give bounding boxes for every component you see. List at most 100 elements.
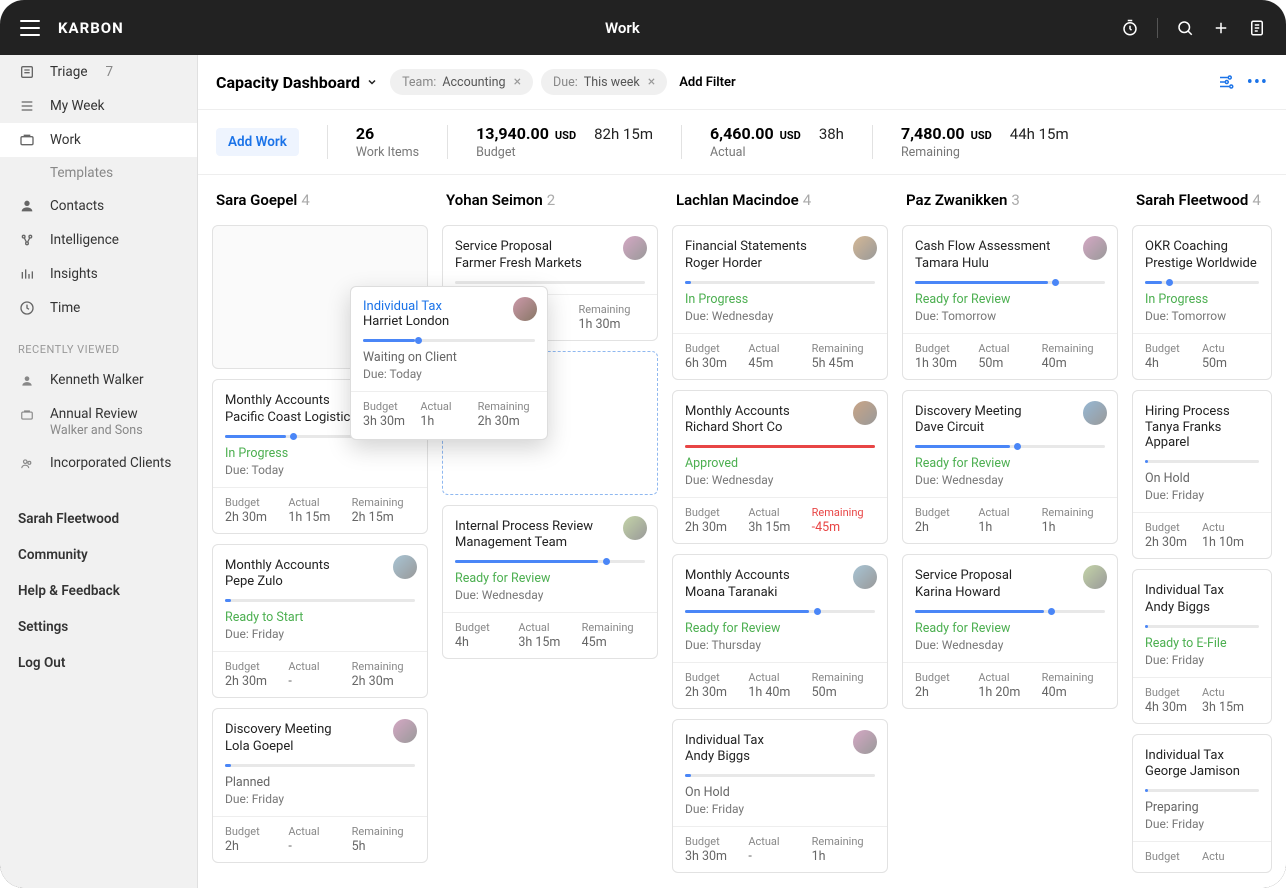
column-header: Yohan Seimon2 — [442, 187, 658, 215]
nav-templates[interactable]: Templates — [0, 157, 197, 189]
recent-item[interactable]: Annual ReviewWalker and Sons — [0, 398, 197, 448]
card-title: Cash Flow Assessment — [915, 238, 1105, 256]
notes-icon[interactable] — [1248, 19, 1266, 37]
card-due: Due: Wednesday — [685, 473, 875, 487]
column-header: Lachlan Macindoe4 — [672, 187, 888, 215]
nav-insights[interactable]: Insights — [0, 257, 197, 291]
card-due: Due: Friday — [225, 627, 415, 641]
card-subtitle: Andy Biggs — [685, 749, 875, 764]
nav-label: Intelligence — [50, 232, 119, 248]
menu-icon[interactable] — [20, 20, 40, 36]
avatar — [853, 236, 877, 260]
nav-intelligence[interactable]: Intelligence — [0, 223, 197, 257]
nav-count: 7 — [106, 64, 114, 80]
card-status: In Progress — [225, 446, 415, 461]
card-subtitle: Prestige Worldwide — [1145, 256, 1259, 271]
footer-settings[interactable]: Settings — [0, 609, 197, 645]
stat-remaining: 7,480.00USD44h 15m Remaining — [901, 124, 1069, 160]
filter-chip[interactable]: Due: This week × — [541, 69, 667, 95]
card-subtitle: Richard Short Co — [685, 420, 875, 435]
progress-bar — [915, 281, 1105, 284]
card-due: Due: Friday — [1145, 488, 1259, 502]
card-title: Internal Process Review — [455, 518, 645, 536]
more-icon[interactable]: ••• — [1247, 72, 1268, 93]
search-icon[interactable] — [1176, 19, 1194, 37]
settings-sliders-icon[interactable] — [1217, 73, 1235, 91]
add-filter-button[interactable]: Add Filter — [679, 75, 736, 90]
nav-time[interactable]: Time — [0, 291, 197, 325]
footer-sarah-fleetwood[interactable]: Sarah Fleetwood — [0, 501, 197, 537]
chip-key: Team: — [402, 75, 436, 90]
progress-bar — [915, 610, 1105, 613]
card-title: Service Proposal — [915, 567, 1105, 585]
timer-icon[interactable] — [1121, 19, 1139, 37]
work-card[interactable]: Service ProposalKarina HowardReady for R… — [902, 554, 1118, 709]
card-title: Individual Tax — [685, 732, 875, 750]
work-card[interactable]: Individual TaxGeorge JamisonPreparingDue… — [1132, 734, 1272, 874]
work-card[interactable]: Cash Flow AssessmentTamara HuluReady for… — [902, 225, 1118, 380]
nav-label: Time — [50, 300, 80, 316]
recent-title: Incorporated Clients — [50, 455, 171, 473]
work-card[interactable]: Internal Process ReviewManagement TeamRe… — [442, 505, 658, 660]
card-status: Ready for Review — [685, 621, 875, 636]
chip-remove-icon[interactable]: × — [648, 74, 655, 90]
chip-key: Due: — [553, 75, 578, 90]
add-icon[interactable] — [1212, 19, 1230, 37]
card-due: Due: Thursday — [685, 638, 875, 652]
work-card[interactable]: Individual TaxAndy BiggsOn HoldDue: Frid… — [672, 719, 888, 874]
card-subtitle: Management Team — [455, 535, 645, 550]
recent-icon — [18, 406, 36, 422]
stat-actual: 6,460.00USD38h Actual — [710, 124, 844, 160]
nav-my-week[interactable]: My Week — [0, 89, 197, 123]
progress-bar — [225, 764, 415, 767]
card-status: Ready for Review — [915, 621, 1105, 636]
nav-label: My Week — [50, 98, 104, 114]
work-card[interactable]: Financial StatementsRoger HorderIn Progr… — [672, 225, 888, 380]
avatar — [1083, 565, 1107, 589]
footer-community[interactable]: Community — [0, 537, 197, 573]
work-card[interactable]: Monthly AccountsRichard Short CoApproved… — [672, 390, 888, 545]
card-subtitle: Tanya Franks Apparel — [1145, 420, 1259, 450]
footer-log-out[interactable]: Log Out — [0, 645, 197, 681]
recent-item[interactable]: Incorporated Clients — [0, 447, 197, 481]
sidebar: Triage7 My Week WorkTemplates Contacts Intel… — [0, 55, 198, 888]
progress-bar — [455, 560, 645, 563]
card-status: Waiting on Client — [363, 350, 535, 365]
recent-item[interactable]: Kenneth Walker — [0, 364, 197, 398]
nav-icon — [18, 64, 36, 80]
nav-work[interactable]: Work — [0, 123, 197, 157]
work-card[interactable]: Monthly AccountsMoana TaranakiReady for … — [672, 554, 888, 709]
card-subtitle: Roger Horder — [685, 256, 875, 271]
card-title: Individual Tax — [1145, 747, 1259, 765]
work-card[interactable]: OKR CoachingPrestige WorldwideIn Progres… — [1132, 225, 1272, 380]
work-card[interactable]: Hiring ProcessTanya Franks ApparelOn Hol… — [1132, 390, 1272, 560]
footer-help-feedback[interactable]: Help & Feedback — [0, 573, 197, 609]
filter-chip[interactable]: Team:Accounting× — [390, 69, 533, 95]
card-title: Service Proposal — [455, 238, 645, 256]
column-header: Sara Goepel4 — [212, 187, 428, 215]
card-due: Due: Friday — [1145, 817, 1259, 831]
work-card[interactable]: Individual TaxAndy BiggsReady to E-FileD… — [1132, 569, 1272, 724]
card-subtitle: Tamara Hulu — [915, 256, 1105, 271]
work-card[interactable]: Monthly AccountsPepe ZuloReady to StartD… — [212, 544, 428, 699]
chip-value: This week — [584, 75, 640, 90]
progress-bar — [915, 445, 1105, 448]
card-status: Approved — [685, 456, 875, 471]
card-status: On Hold — [685, 785, 875, 800]
dashboard-selector[interactable]: Capacity Dashboard — [216, 73, 378, 92]
dragging-card[interactable]: Individual Tax Harriet London Waiting on… — [350, 286, 548, 440]
work-card[interactable]: Discovery MeetingDave CircuitReady for R… — [902, 390, 1118, 545]
nav-triage[interactable]: Triage7 — [0, 55, 197, 89]
chip-remove-icon[interactable]: × — [514, 74, 521, 90]
card-title: Discovery Meeting — [225, 721, 415, 739]
nav-contacts[interactable]: Contacts — [0, 189, 197, 223]
card-due: Due: Wednesday — [915, 473, 1105, 487]
add-work-button[interactable]: Add Work — [216, 128, 299, 156]
stat-work-items: 26 Work Items — [356, 124, 419, 160]
card-title: Individual Tax — [1145, 582, 1259, 600]
progress-bar — [685, 610, 875, 613]
nav-label: Contacts — [50, 198, 104, 214]
card-due: Due: Friday — [225, 792, 415, 806]
work-card[interactable]: Discovery MeetingLola GoepelPlannedDue: … — [212, 708, 428, 863]
card-title: Financial Statements — [685, 238, 875, 256]
